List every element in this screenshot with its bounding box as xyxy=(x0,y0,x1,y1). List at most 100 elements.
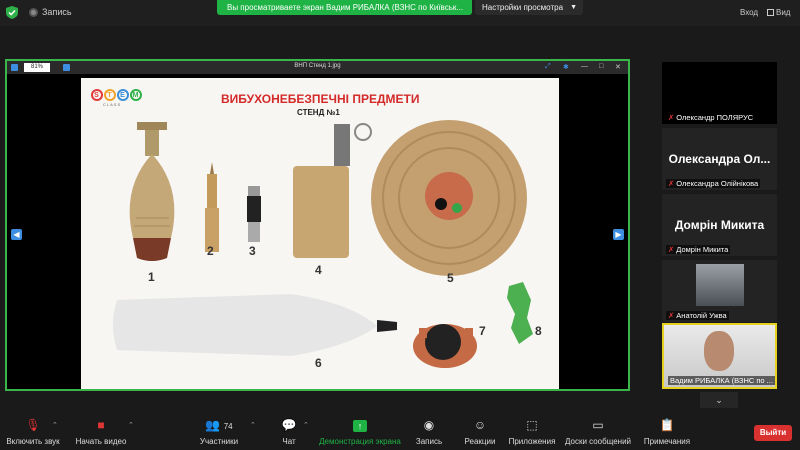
chevron-up-icon[interactable]: ⌃ xyxy=(250,421,256,429)
view-label: Вид xyxy=(776,8,791,17)
participant-name: Олександра Олійнікова xyxy=(676,179,759,188)
chevron-up-icon[interactable]: ⌃ xyxy=(303,421,309,429)
share-screen-label: Демонстрация экрана xyxy=(319,437,401,446)
slide-image: STEM CLASS ВИБУХОНЕБЕЗПЕЧНІ ПРЕДМЕТИ СТЕ… xyxy=(81,78,559,389)
participant-photo xyxy=(696,264,744,306)
participant-tile-active[interactable]: Вадим РИБАЛКА (ВЗНС по ... xyxy=(662,323,777,389)
close-icon[interactable]: ✕ xyxy=(615,63,621,71)
reactions-label: Реакции xyxy=(464,437,496,446)
next-arrow-icon[interactable]: ▶ xyxy=(613,229,624,240)
participant-tile[interactable]: Олександра Ол... ✗ Олександра Олійнікова xyxy=(662,128,777,190)
record-icon: ◉ xyxy=(423,418,435,432)
item-number: 6 xyxy=(315,356,322,370)
notes-icon: 📋 xyxy=(659,418,675,432)
share-screen-button[interactable]: ↑ Демонстрация экрана xyxy=(318,412,402,450)
participant-name-label: ✗ Домрін Микита xyxy=(666,245,731,254)
participant-video xyxy=(704,331,734,371)
muted-mic-icon: ✗ xyxy=(668,245,675,254)
participant-name: Вадим РИБАЛКА (ВЗНС по ... xyxy=(670,376,773,385)
muted-mic-icon: ✗ xyxy=(668,311,675,320)
view-button[interactable]: Вид xyxy=(767,8,790,17)
participants-label: Участники xyxy=(199,437,239,446)
whiteboards-button[interactable]: ▭ Доски сообщений xyxy=(564,412,632,450)
settings-icon[interactable]: ✱ xyxy=(563,63,569,71)
participant-name-label: ✗ Олександр ПОЛЯРУС xyxy=(666,113,756,122)
mortar-round-shape xyxy=(129,122,175,261)
chat-label: Чат xyxy=(282,437,296,446)
shell-shape xyxy=(113,294,397,356)
participant-tile[interactable]: Домрін Микита ✗ Домрін Микита xyxy=(662,194,777,256)
maximize-icon[interactable]: □ xyxy=(599,63,603,70)
video-off-icon: ■ xyxy=(97,418,105,432)
participant-name-label: Вадим РИБАЛКА (ВЗНС по ... xyxy=(668,376,775,385)
grenade-shape xyxy=(293,123,372,258)
participant-tile-name: Домрін Микита xyxy=(674,218,765,232)
start-video-button[interactable]: ■ Начать видео xyxy=(72,412,130,450)
meeting-toolbar: 🎙 Включить звук ⌃ ■ Начать видео ⌃ 👥 74 … xyxy=(0,412,800,450)
chat-button[interactable]: 💬 Чат xyxy=(274,412,304,450)
grid-icon xyxy=(767,9,774,16)
item-number: 1 xyxy=(148,270,155,284)
participant-name: Олександр ПОЛЯРУС xyxy=(676,113,754,122)
small-mine-shape xyxy=(413,324,477,368)
record-label: Запись xyxy=(415,437,443,446)
start-video-label: Начать видео xyxy=(75,437,127,446)
apps-icon: ⬚ xyxy=(526,418,538,432)
whiteboards-label: Доски сообщений xyxy=(564,437,631,446)
participant-name-label: ✗ Олександра Олійнікова xyxy=(666,179,761,188)
reactions-button[interactable]: ☺ Реакции xyxy=(460,412,500,450)
chevron-up-icon[interactable]: ⌃ xyxy=(52,421,58,429)
view-settings-dropdown[interactable]: Настройки просмотра ▼ xyxy=(475,0,583,15)
item-number: 8 xyxy=(535,324,542,338)
participant-tile[interactable]: ✗ Анатолій Ужва xyxy=(662,260,777,322)
viewer-toolbar: 81% ВНП Стенд 1.jpg ⤢ ✱ — □ ✕ xyxy=(7,61,628,74)
viewing-share-banner: Вы просматриваете экран Вадим РИБАЛКА (В… xyxy=(217,0,472,15)
green-device-shape xyxy=(507,282,533,344)
item-number: 3 xyxy=(249,244,256,258)
ordnance-illustration xyxy=(113,120,533,368)
shared-screen[interactable]: 81% ВНП Стенд 1.jpg ⤢ ✱ — □ ✕ ◀ ▶ STEM C… xyxy=(5,59,630,391)
muted-mic-icon: ✗ xyxy=(668,113,675,122)
record-status-label[interactable]: Запись xyxy=(42,7,72,17)
item-number: 2 xyxy=(207,244,214,258)
unmute-label: Включить звук xyxy=(6,437,60,446)
chevron-up-icon[interactable]: ⌃ xyxy=(128,421,134,429)
muted-mic-icon: ✗ xyxy=(668,179,675,188)
expand-icon[interactable]: ⤢ xyxy=(545,63,551,71)
file-title: ВНП Стенд 1.jpg xyxy=(294,63,341,69)
scroll-down-icon[interactable]: ⌄ xyxy=(700,392,738,408)
participant-name-label: ✗ Анатолій Ужва xyxy=(666,311,729,320)
participants-count: 74 xyxy=(223,422,233,431)
unmute-button[interactable]: 🎙 Включить звук xyxy=(2,412,64,450)
apps-label: Приложения xyxy=(508,437,556,446)
item-number: 7 xyxy=(479,324,486,338)
chevron-down-icon: ▼ xyxy=(570,4,577,11)
notes-label: Примечания xyxy=(643,437,691,446)
participant-name: Домрін Микита xyxy=(676,245,729,254)
item-number: 5 xyxy=(447,271,454,285)
fuze-shape xyxy=(247,186,261,242)
notes-button[interactable]: 📋 Примечания xyxy=(640,412,694,450)
participants-icon: 👥 74 xyxy=(205,418,233,432)
previous-arrow-icon[interactable]: ◀ xyxy=(11,229,22,240)
view-settings-label: Настройки просмотра xyxy=(482,3,564,12)
participant-name: Анатолій Ужва xyxy=(676,311,727,320)
cartridge-shape xyxy=(205,162,219,252)
record-icon xyxy=(29,8,38,17)
apps-button[interactable]: ⬚ Приложения xyxy=(506,412,558,450)
participant-tile-name: Олександра Ол... xyxy=(668,152,771,166)
top-bar: Запись Вы просматриваете экран Вадим РИБ… xyxy=(0,0,800,26)
mine-shape xyxy=(371,120,527,276)
whiteboard-icon: ▭ xyxy=(592,418,604,432)
record-button[interactable]: ◉ Запись xyxy=(410,412,448,450)
share-screen-icon: ↑ xyxy=(318,418,402,432)
chat-icon: 💬 xyxy=(281,418,297,432)
participants-button[interactable]: 👥 74 Участники xyxy=(196,412,242,450)
enter-fullscreen-button[interactable]: Вход xyxy=(740,8,758,17)
participant-tile[interactable]: ✗ Олександр ПОЛЯРУС xyxy=(662,62,777,124)
minimize-icon[interactable]: — xyxy=(581,63,588,70)
leave-meeting-button[interactable]: Выйти xyxy=(754,425,792,441)
item-number: 4 xyxy=(315,263,322,277)
security-shield-icon[interactable] xyxy=(6,6,18,19)
reactions-icon: ☺ xyxy=(473,418,487,432)
